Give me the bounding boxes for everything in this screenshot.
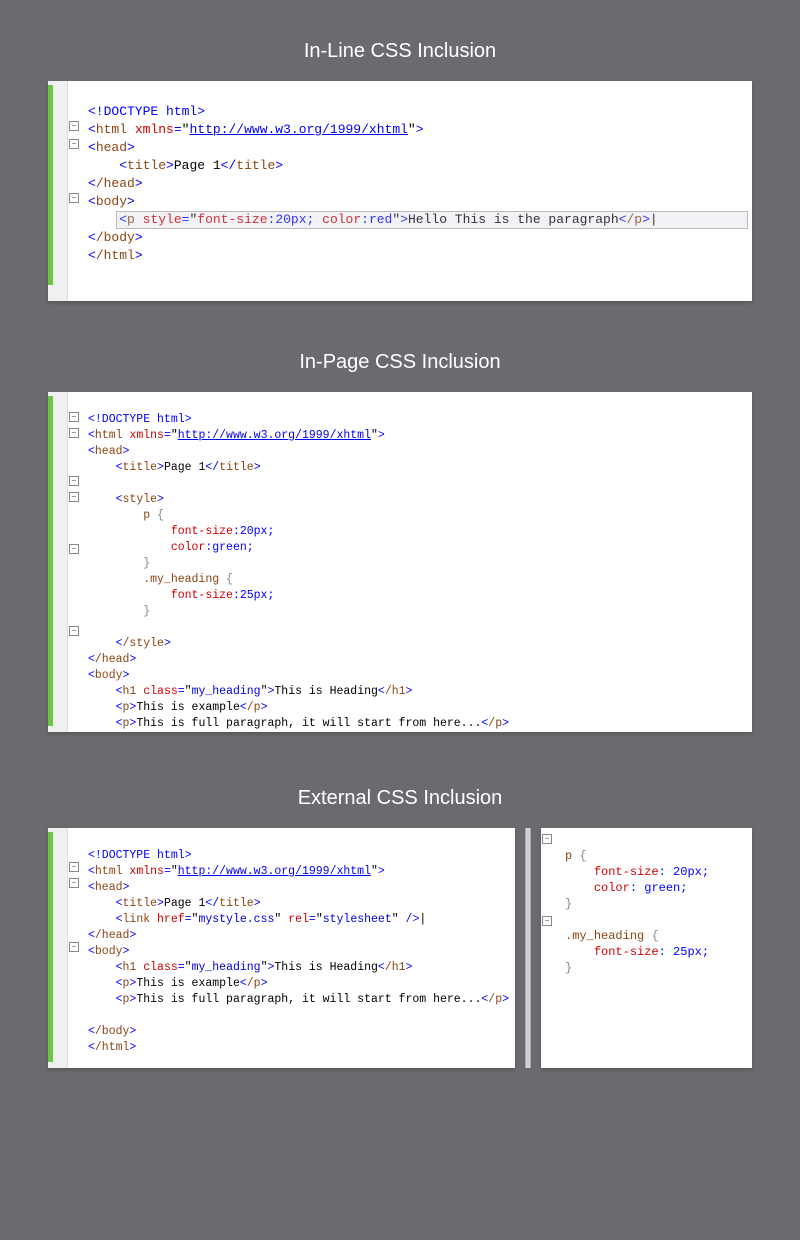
code-editor-3-left: − − − <!DOCTYPE html> <html xmlns="http:… <box>48 828 515 1068</box>
code-editor-2: − − − − − − <!DOCTYPE html> <html xmlns=… <box>48 392 752 732</box>
fold-icon[interactable]: − <box>69 121 79 131</box>
fold-icon[interactable]: − <box>69 412 79 422</box>
fold-icon[interactable]: − <box>69 428 79 438</box>
fold-icon[interactable]: − <box>69 942 79 952</box>
code-content[interactable]: <!DOCTYPE html> <html xmlns="http://www.… <box>82 81 752 301</box>
pane-divider[interactable] <box>525 828 531 1068</box>
heading-external-css: External CSS Inclusion <box>0 787 800 810</box>
fold-icon[interactable]: − <box>69 476 79 486</box>
fold-icon[interactable]: − <box>69 878 79 888</box>
gutter <box>48 828 68 1068</box>
fold-icon[interactable]: − <box>542 834 552 844</box>
heading-inpage-css: In-Page CSS Inclusion <box>0 351 800 374</box>
code-editor-1: − − − <!DOCTYPE html> <html xmlns="http:… <box>48 81 752 301</box>
fold-icon[interactable]: − <box>69 492 79 502</box>
fold-icon[interactable]: − <box>542 916 552 926</box>
code-editor-3-right: − − p { font-size: 20px; color: green; }… <box>541 828 752 1068</box>
fold-icon[interactable]: − <box>69 862 79 872</box>
gutter <box>48 392 68 732</box>
code-content-css[interactable]: p { font-size: 20px; color: green; } .my… <box>559 828 752 1068</box>
fold-column: − − − <box>68 828 82 1068</box>
fold-icon[interactable]: − <box>69 626 79 636</box>
fold-icon[interactable]: − <box>69 193 79 203</box>
fold-column: − − − − − − <box>68 392 82 732</box>
code-content[interactable]: <!DOCTYPE html> <html xmlns="http://www.… <box>82 392 752 732</box>
code-content-html[interactable]: <!DOCTYPE html> <html xmlns="http://www.… <box>82 828 515 1068</box>
heading-inline-css: In-Line CSS Inclusion <box>0 40 800 63</box>
fold-column: − − <box>541 828 559 1068</box>
fold-icon[interactable]: − <box>69 544 79 554</box>
fold-icon[interactable]: − <box>69 139 79 149</box>
gutter <box>48 81 68 301</box>
split-editor: − − − <!DOCTYPE html> <html xmlns="http:… <box>48 828 752 1068</box>
fold-column: − − − <box>68 81 82 301</box>
